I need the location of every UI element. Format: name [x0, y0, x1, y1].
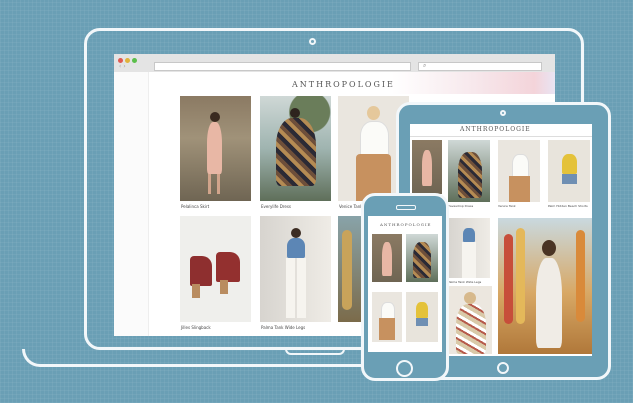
- tablet-camera: [500, 110, 506, 116]
- product-name[interactable]: Palma Tank Wide Legs: [448, 280, 481, 284]
- product-image[interactable]: [180, 216, 251, 322]
- product-name[interactable]: Everylife Dress: [261, 204, 291, 209]
- address-bar[interactable]: [154, 62, 411, 71]
- browser-toolbar: ‹ › ⌕: [114, 54, 555, 73]
- laptop-camera: [309, 38, 316, 45]
- phone-site-logo[interactable]: ANTHROPOLOGIE: [380, 222, 431, 227]
- product-image[interactable]: [498, 218, 592, 354]
- product-image[interactable]: [372, 292, 402, 342]
- tablet-home-button[interactable]: [497, 362, 509, 374]
- product-image[interactable]: [260, 96, 331, 201]
- product-image[interactable]: [406, 292, 438, 342]
- product-name[interactable]: Venice Tank: [498, 204, 516, 208]
- search-icon: ⌕: [423, 62, 427, 69]
- product-name[interactable]: Jilles Slingback: [181, 325, 211, 330]
- product-image[interactable]: [412, 140, 442, 194]
- tablet-site-logo[interactable]: ANTHROPOLOGIE: [460, 126, 531, 133]
- laptop-base: [22, 349, 402, 367]
- site-logo[interactable]: ANTHROPOLOGIE: [292, 80, 395, 89]
- header-divider: [410, 136, 592, 137]
- phone-screen: ANTHROPOLOGIE: [368, 216, 442, 352]
- product-name[interactable]: Palma Tank Wide Legs: [261, 325, 305, 330]
- product-image[interactable]: [498, 140, 540, 202]
- product-image[interactable]: [448, 140, 490, 202]
- product-image[interactable]: [180, 96, 251, 201]
- product-name[interactable]: Venice Tank: [339, 204, 363, 209]
- product-image[interactable]: [448, 218, 490, 278]
- product-name[interactable]: Palm Hidden Beach Shorts: [548, 204, 588, 208]
- left-gutter: [114, 72, 149, 336]
- minimize-dot[interactable]: [125, 58, 130, 63]
- maximize-dot[interactable]: [132, 58, 137, 63]
- phone-home-button[interactable]: [396, 360, 413, 377]
- browser-search-bar[interactable]: [418, 62, 542, 71]
- back-arrow-icon[interactable]: ‹ ›: [119, 63, 126, 71]
- product-image[interactable]: [372, 234, 402, 282]
- product-image[interactable]: [548, 140, 590, 202]
- product-image[interactable]: [260, 216, 331, 322]
- product-name[interactable]: Eavesdrop Dress: [448, 204, 473, 208]
- product-image[interactable]: [448, 286, 492, 354]
- product-name[interactable]: Pelalinca Skirt: [181, 204, 209, 209]
- phone-speaker: [396, 205, 416, 210]
- product-image[interactable]: [406, 234, 438, 282]
- laptop-base-notch: [285, 349, 345, 355]
